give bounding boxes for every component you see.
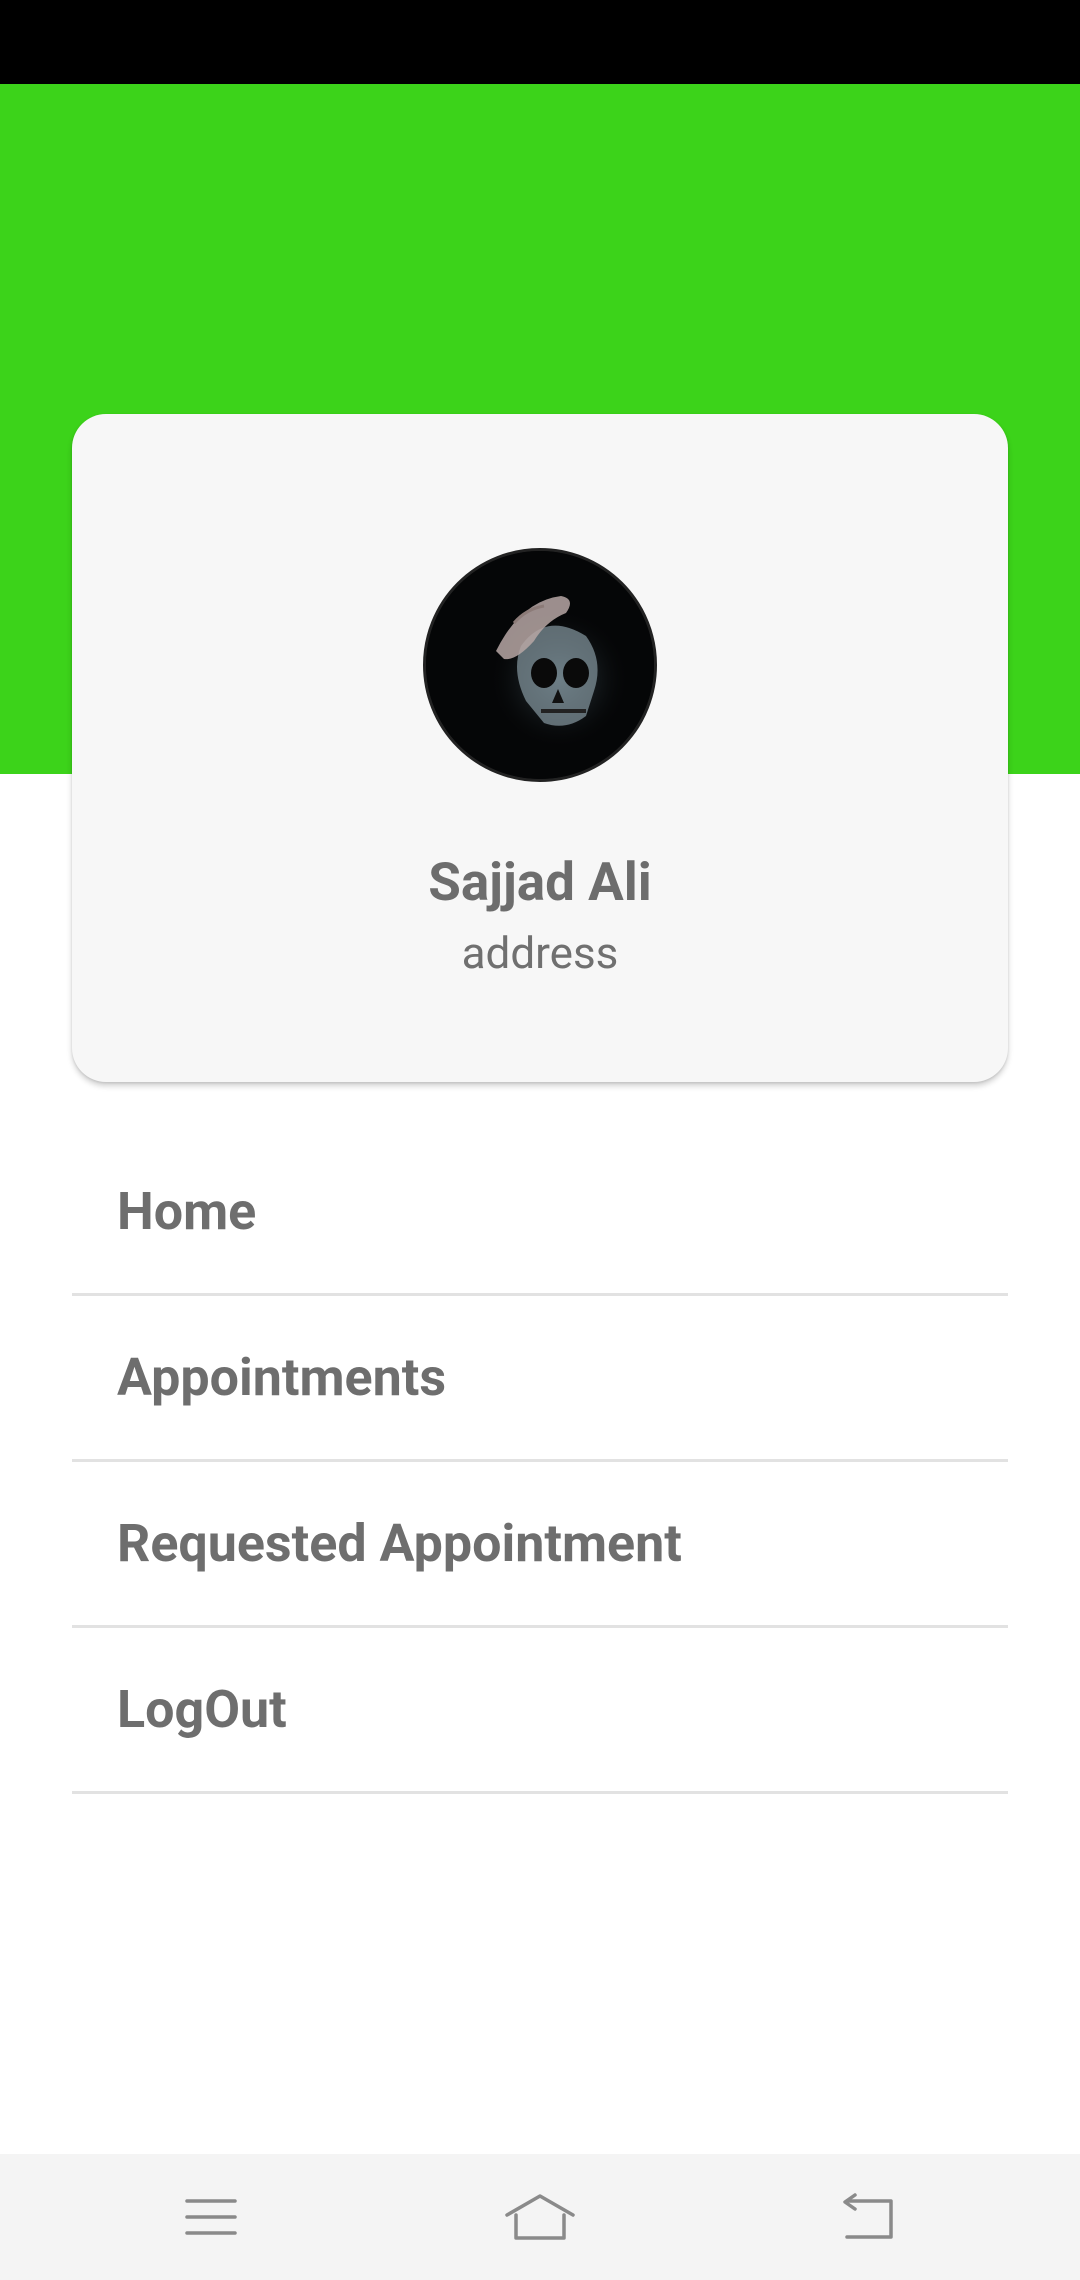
menu-item-logout[interactable]: LogOut: [72, 1628, 1008, 1794]
menu-item-label: Home: [117, 1181, 257, 1242]
back-icon: [843, 2193, 893, 2239]
avatar-skull-image: [426, 551, 654, 779]
profile-card: Sajjad Ali address: [72, 414, 1008, 1082]
system-navigation-bar: [0, 2154, 1080, 2280]
status-bar: [0, 0, 1080, 84]
menu-item-requested-appointment[interactable]: Requested Appointment: [72, 1462, 1008, 1628]
recent-apps-button[interactable]: [131, 2154, 291, 2280]
menu-item-label: LogOut: [117, 1679, 287, 1740]
menu-item-home[interactable]: Home: [72, 1130, 1008, 1296]
drawer-menu: Home Appointments Requested Appointment …: [72, 1130, 1008, 1794]
menu-item-label: Requested Appointment: [117, 1513, 682, 1574]
profile-name: Sajjad Ali: [428, 851, 652, 913]
profile-address: address: [461, 927, 619, 979]
home-icon: [505, 2194, 575, 2240]
menu-item-appointments[interactable]: Appointments: [72, 1296, 1008, 1462]
back-button[interactable]: [789, 2154, 949, 2280]
home-button[interactable]: [460, 2154, 620, 2280]
menu-icon: [185, 2199, 237, 2235]
avatar[interactable]: [423, 548, 657, 782]
menu-item-label: Appointments: [117, 1347, 447, 1408]
